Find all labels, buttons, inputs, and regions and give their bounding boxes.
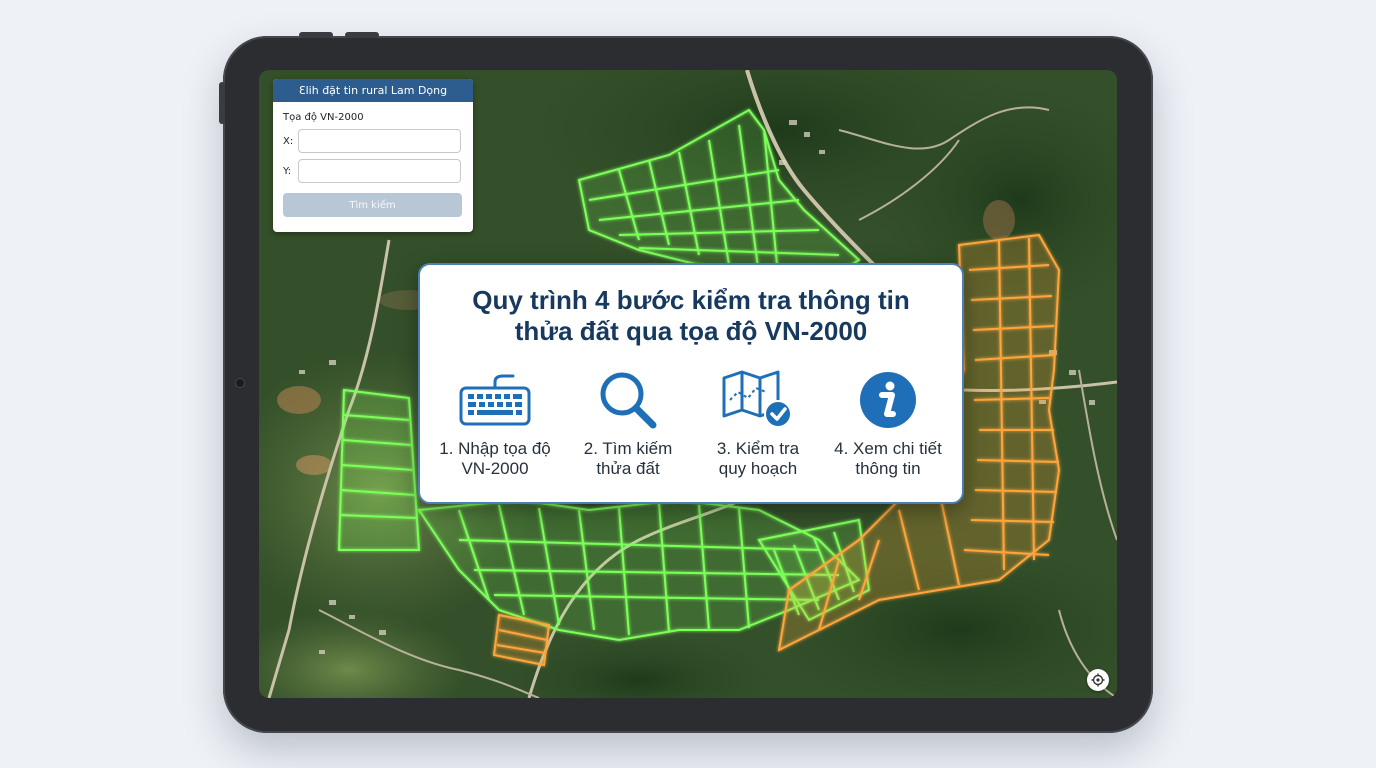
- map-check-icon: [693, 369, 823, 431]
- step-4-line-1: 4. Xem chi tiết: [834, 439, 942, 458]
- x-label: X:: [283, 135, 294, 147]
- y-coordinate-input[interactable]: [298, 159, 461, 183]
- step-4: 4. Xem chi tiết thông tin: [823, 369, 953, 479]
- y-label: Y:: [283, 165, 292, 177]
- step-2-line-2: thửa đất: [596, 459, 660, 478]
- tablet-power-button: [345, 32, 379, 38]
- step-3: 3. Kiểm tra quy hoạch: [693, 369, 823, 479]
- tablet-camera: [236, 379, 244, 387]
- step-1: 1. Nhập tọa độ VN-2000: [430, 369, 560, 479]
- panel-title: Ɛlih đặt tin rural Lam Dọng: [273, 79, 473, 102]
- step-2: 2. Tìm kiếm thửa đất: [563, 369, 693, 479]
- card-title: Quy trình 4 bước kiểm tra thông tin thửa…: [420, 285, 962, 347]
- x-coordinate-input[interactable]: [298, 129, 461, 153]
- locate-icon: [1091, 673, 1105, 687]
- step-1-line-2: VN-2000: [461, 459, 529, 478]
- tablet-side-button: [219, 82, 225, 124]
- tablet-volume-button: [299, 32, 333, 38]
- step-3-line-1: 3. Kiểm tra: [716, 439, 800, 458]
- step-3-line-2: quy hoạch: [718, 459, 798, 478]
- step-4-line-2: thông tin: [855, 459, 921, 478]
- card-title-line-2: thửa đất qua tọa độ VN-2000: [514, 316, 868, 346]
- x-row: X:: [283, 129, 473, 153]
- coordinate-search-panel: Ɛlih đặt tin rural Lam Dọng Tọa độ VN-20…: [273, 79, 473, 232]
- coordinate-system-label: Tọa độ VN-2000: [283, 112, 364, 123]
- process-info-card: Quy trình 4 bước kiểm tra thông tin thửa…: [418, 263, 964, 504]
- tablet-screen: Ɛlih đặt tin rural Lam Dọng Tọa độ VN-20…: [259, 70, 1117, 698]
- search-button[interactable]: Tìm kiếm: [283, 193, 462, 217]
- step-1-line-1: 1. Nhập tọa độ: [439, 439, 551, 458]
- locate-button[interactable]: [1087, 669, 1109, 691]
- card-title-line-1: Quy trình 4 bước kiểm tra thông tin: [472, 285, 910, 315]
- keyboard-icon: [430, 369, 560, 431]
- step-2-line-1: 2. Tìm kiếm: [583, 439, 673, 458]
- y-row: Y:: [283, 159, 473, 183]
- info-icon: [823, 369, 953, 431]
- magnifier-icon: [563, 369, 693, 431]
- tablet-frame: Ɛlih đặt tin rural Lam Dọng Tọa độ VN-20…: [219, 32, 1153, 733]
